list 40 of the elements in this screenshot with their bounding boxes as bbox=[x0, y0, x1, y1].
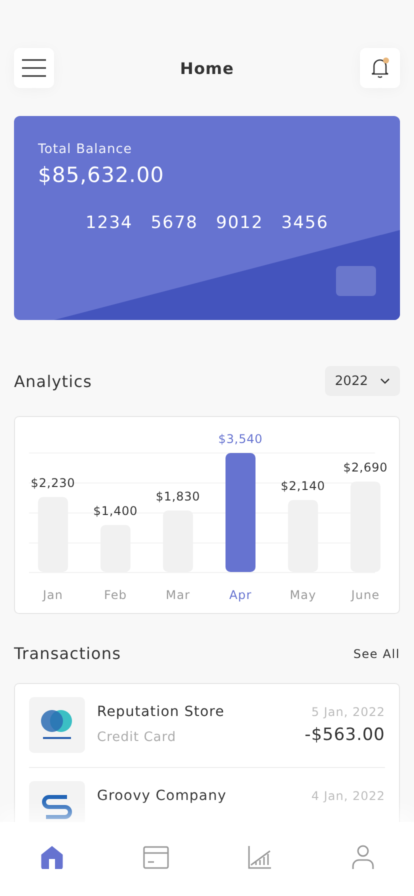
card-number-group: 3456 bbox=[281, 213, 329, 233]
card-chip bbox=[336, 266, 376, 296]
bell-icon bbox=[370, 57, 390, 79]
profile-icon bbox=[350, 845, 374, 869]
bar-value-label: $3,540 bbox=[218, 432, 263, 446]
payment-method: Credit Card bbox=[97, 730, 178, 746]
month-label: June bbox=[351, 588, 380, 602]
year-dropdown[interactable]: 2022 bbox=[324, 366, 400, 396]
section-title: Transactions bbox=[14, 644, 122, 663]
transaction-date: 5 Jan, 2022 bbox=[311, 705, 385, 719]
bar-value-label: $1,830 bbox=[156, 489, 200, 504]
chevron-down-icon bbox=[380, 378, 390, 384]
transaction-date: 4 Jan, 2022 bbox=[311, 789, 385, 803]
merchant-name: Groovy Company bbox=[97, 788, 228, 804]
bar-value-label: $2,230 bbox=[30, 476, 76, 490]
notification-button[interactable] bbox=[360, 48, 400, 88]
company-logo bbox=[29, 697, 85, 753]
month-label: Apr bbox=[229, 588, 252, 602]
home-icon bbox=[40, 845, 64, 869]
growth-chart-icon bbox=[248, 845, 272, 869]
page-title: Home bbox=[180, 58, 234, 78]
merchant-name: Reputation Store bbox=[97, 704, 226, 720]
see-all-link[interactable]: See All bbox=[353, 646, 400, 660]
month-label: Feb bbox=[104, 588, 128, 602]
balance-amount: $85,632.00 bbox=[38, 163, 166, 187]
bar-value-label: $1,400 bbox=[93, 504, 138, 518]
credit-card-icon bbox=[142, 845, 168, 869]
month-label: Mar bbox=[166, 588, 190, 602]
month-label: May bbox=[290, 588, 316, 602]
menu-button[interactable] bbox=[14, 48, 54, 88]
card-number-group: 5678 bbox=[150, 213, 198, 233]
menu-icon bbox=[22, 59, 46, 77]
card-number-group: 9012 bbox=[216, 213, 264, 233]
bar-value-label: $2,690 bbox=[343, 460, 388, 475]
balance-label: Total Balance bbox=[38, 142, 134, 157]
card-number-group: 1234 bbox=[85, 213, 133, 233]
section-title: Analytics bbox=[14, 372, 92, 390]
month-label: Jan bbox=[42, 588, 64, 602]
transaction-amount: -$563.00 bbox=[304, 725, 385, 745]
bar-value-label: $2,140 bbox=[280, 479, 326, 494]
